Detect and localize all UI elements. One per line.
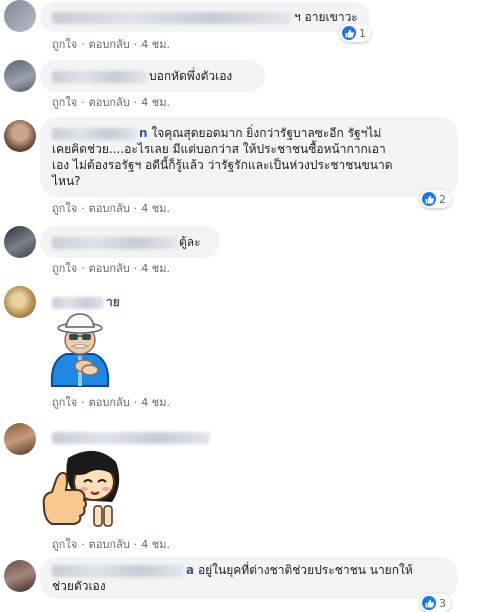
comment-actions: ถูกใจ · ตอบกลับ · 4 ชม. [52, 96, 170, 110]
avatar[interactable] [4, 560, 36, 592]
timestamp[interactable]: 4 ชม. [141, 96, 170, 110]
like-reaction-icon [342, 26, 356, 40]
comment-bubble: ฯ อายเขาวะ [40, 2, 370, 32]
timestamp[interactable]: 4 ชม. [141, 262, 170, 276]
timestamp[interactable]: 4 ชม. [141, 538, 170, 552]
comment-bubble: บอกหัดพึ่งตัวเอง [40, 60, 265, 92]
reaction-count[interactable]: 2 [420, 190, 451, 208]
commenter-name[interactable] [52, 70, 147, 83]
comment-actions: ถูกใจ · ตอบกลับ · 4 ชม. [52, 38, 170, 52]
avatar[interactable] [4, 60, 36, 92]
comment-actions: ถูกใจ · ตอบกลับ · 4 ชม. [52, 538, 170, 552]
comment-text-line: ช่วยตัวเอง [52, 579, 106, 593]
commenter-name[interactable] [52, 431, 210, 444]
comment-text-line: เอง ไม่ต้องรอรัฐฯ อดีนี้ก็รู้แล้ว ว่ารัฐ… [52, 158, 393, 172]
comment-actions: ถูกใจ · ตอบกลับ · 4 ชม. [52, 262, 170, 276]
comment-text-line: เคยคิดช่วย....อะไรเลย มีแต่บอกว่าส ให้ปร… [52, 142, 386, 156]
comment-text: ตู้ละ [179, 235, 201, 249]
reply-button[interactable]: ตอบกลับ [89, 38, 130, 52]
reply-button[interactable]: ตอบกลับ [89, 396, 130, 410]
timestamp[interactable]: 4 ชม. [141, 38, 170, 52]
old-man-clapping-sticker[interactable] [44, 308, 116, 388]
avatar[interactable] [4, 120, 36, 152]
comment-actions: ถูกใจ · ตอบกลับ · 4 ชม. [52, 202, 170, 216]
reaction-count[interactable]: 3 [420, 594, 451, 612]
reaction-count[interactable]: 1 [340, 24, 371, 42]
avatar[interactable] [4, 226, 36, 258]
like-reaction-icon [422, 192, 436, 206]
reply-button[interactable]: ตอบกลับ [89, 538, 130, 552]
avatar[interactable] [4, 286, 36, 318]
comment-text-line: n ใจคุณสุดยอดมาก ยิ่งกว่ารัฐบาลซะอีก รัฐ… [52, 125, 446, 141]
avatar[interactable] [4, 0, 36, 32]
reply-button[interactable]: ตอบกลับ [89, 202, 130, 216]
like-button[interactable]: ถูกใจ [52, 262, 77, 276]
like-button[interactable]: ถูกใจ [52, 538, 77, 552]
comment-text-line: a อยู่ในยุคที่ต่างชาติช่วยประชาชน นายกให… [52, 562, 446, 578]
reply-button[interactable]: ตอบกลับ [89, 262, 130, 276]
comment-bubble: a อยู่ในยุคที่ต่างชาติช่วยประชาชน นายกให… [40, 557, 458, 599]
comment-bubble: n ใจคุณสุดยอดมาก ยิ่งกว่ารัฐบาลซะอีก รัฐ… [40, 117, 458, 197]
comment-text-line: ไหน? [52, 174, 81, 188]
timestamp[interactable]: 4 ชม. [141, 396, 170, 410]
comment-text: บอกหัดพึ่งตัวเอง [149, 69, 233, 83]
comment-bubble: ตู้ละ [40, 226, 220, 258]
commenter-name[interactable] [52, 11, 292, 24]
thumbs-up-girl-sticker[interactable] [38, 444, 124, 534]
like-button[interactable]: ถูกใจ [52, 96, 77, 110]
commenter-name[interactable] [52, 236, 177, 249]
comment-actions: ถูกใจ · ตอบกลับ · 4 ชม. [52, 396, 170, 410]
reply-button[interactable]: ตอบกลับ [89, 96, 130, 110]
commenter-name[interactable] [52, 564, 184, 577]
comment-text: ฯ อายเขาวะ [294, 10, 358, 24]
commenter-name[interactable] [52, 296, 104, 309]
like-button[interactable]: ถูกใจ [52, 396, 77, 410]
timestamp[interactable]: 4 ชม. [141, 202, 170, 216]
commenter-name[interactable] [52, 127, 137, 140]
like-button[interactable]: ถูกใจ [52, 38, 77, 52]
like-button[interactable]: ถูกใจ [52, 202, 77, 216]
avatar[interactable] [4, 423, 36, 455]
like-reaction-icon [422, 596, 436, 610]
